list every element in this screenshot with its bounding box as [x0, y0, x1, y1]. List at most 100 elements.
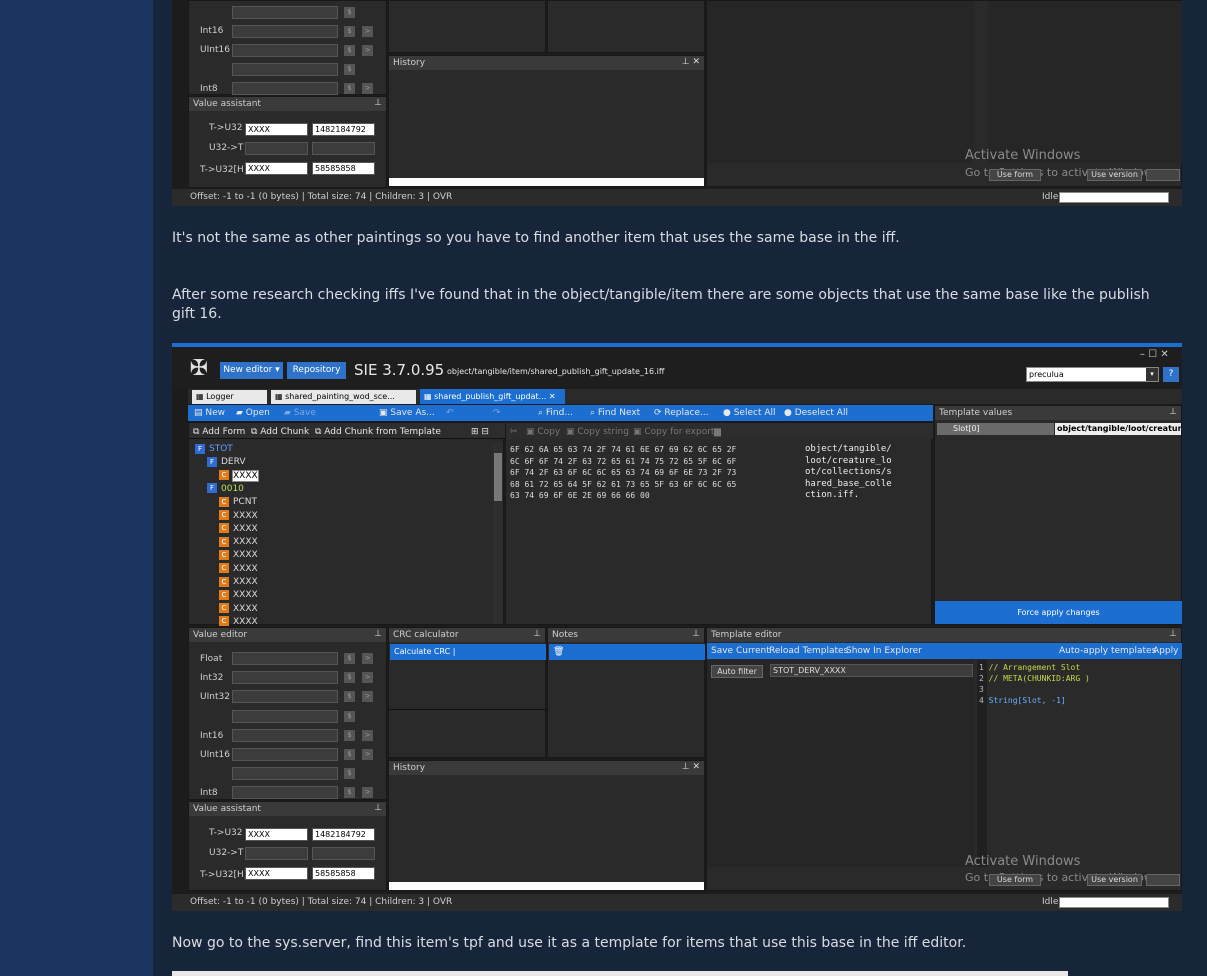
tree-node[interactable]: C PCNT [219, 496, 257, 508]
tree-node[interactable]: C XXXX [219, 536, 258, 548]
value-editor-field[interactable] [232, 652, 338, 665]
close-icon[interactable]: ⊥ ✕ [682, 57, 700, 67]
set-value-button[interactable]: $ [344, 653, 355, 664]
tree-node[interactable]: C XXXX [219, 510, 258, 522]
open-button[interactable]: ▰ Open [236, 408, 270, 418]
find-next-button[interactable]: ⌕ Find Next [590, 408, 640, 418]
slot-value[interactable]: object/tangible/loot/creature_ [1055, 423, 1181, 435]
save-current-button[interactable]: Save Current [711, 646, 770, 656]
tree-node[interactable]: C XXXX [219, 469, 259, 482]
replace-button[interactable]: ⟳ Replace... [654, 408, 709, 418]
tab-painting[interactable]: ▦ shared_painting_wod_sce... [271, 390, 416, 404]
apply-button[interactable]: Apply [1153, 646, 1178, 656]
use-form-button[interactable]: Use form [989, 874, 1041, 886]
value-editor-field[interactable] [232, 690, 338, 704]
add-chunk-button[interactable]: ⧉ Add Chunk [251, 427, 309, 437]
use-version-button[interactable]: Use version [1087, 874, 1142, 886]
auto-apply-toggle[interactable]: Auto-apply templates [1059, 646, 1156, 656]
filter-input[interactable]: STOT_DERV_XXXX [770, 664, 973, 677]
scrollbar[interactable] [493, 443, 503, 624]
new-button[interactable]: ▤ New [194, 408, 225, 418]
copy-export-button[interactable]: ▣ Copy for export [633, 427, 714, 437]
set-value-button[interactable]: $ [344, 787, 355, 799]
search-select[interactable]: preculua ▾ [1026, 367, 1159, 382]
undo-icon[interactable]: ↶ [446, 408, 454, 418]
tree-node[interactable]: C XXXX [219, 523, 258, 535]
tree-node[interactable]: C XXXX [219, 589, 258, 601]
add-form-button[interactable]: ⧉ Add Form [193, 427, 245, 437]
va-input[interactable]: XXXX [245, 867, 308, 880]
value-editor-field[interactable] [232, 767, 338, 781]
tree-node[interactable]: F DERV [207, 456, 246, 468]
use-version-button[interactable]: Use version [1087, 169, 1142, 181]
va-output[interactable]: 58585858 [312, 162, 375, 175]
expand-icon[interactable]: ⊞ ⊟ [471, 427, 489, 437]
copy-string-button[interactable]: ▣ Copy string [566, 427, 629, 437]
va-input[interactable]: XXXX [245, 162, 308, 175]
chevron-down-icon[interactable]: ▾ [1146, 368, 1158, 381]
va-input[interactable]: XXXX [245, 123, 308, 136]
value-editor-field[interactable] [232, 786, 338, 800]
tree-node[interactable]: C XXXX [219, 603, 258, 615]
cut-icon[interactable]: ✂ [510, 427, 518, 437]
close-icon[interactable]: ✕ [549, 392, 556, 401]
value-editor-field[interactable] [232, 728, 338, 742]
set-value-button[interactable]: $ [344, 768, 355, 780]
go-button[interactable]: > [362, 672, 373, 684]
go-button[interactable]: > [362, 729, 373, 741]
set-value-button[interactable]: $ [344, 672, 355, 684]
use-form-button[interactable]: Use form [989, 169, 1041, 181]
copy-button[interactable]: ▣ Copy [526, 427, 560, 437]
value-editor-field[interactable] [232, 671, 338, 685]
show-in-explorer-button[interactable]: Show In Explorer [846, 646, 922, 656]
go-button[interactable]: > [362, 653, 373, 664]
help-button[interactable]: ? [1163, 367, 1179, 382]
pin-icon[interactable]: ⊥ [374, 629, 382, 639]
force-apply-button[interactable]: Force apply changes [935, 601, 1182, 624]
select-all-button[interactable]: ● Select All [723, 408, 776, 418]
repository-button[interactable]: Repository [287, 362, 346, 379]
tab-logger[interactable]: ▦ Logger [192, 390, 267, 404]
set-value-button[interactable]: $ [344, 710, 355, 722]
go-button[interactable]: > [362, 749, 373, 760]
set-value-button[interactable]: $ [344, 749, 355, 760]
value-editor-field[interactable] [232, 748, 338, 761]
tree-node[interactable]: C XXXX [219, 563, 258, 575]
va-input[interactable]: XXXX [245, 828, 308, 841]
pin-icon[interactable]: ⊥ [1169, 629, 1177, 639]
trash-icon[interactable]: 🗑 [549, 644, 705, 660]
ascii-line: ction.iff. [805, 490, 860, 501]
add-chunk-template-button[interactable]: ⧉ Add Chunk from Template [315, 427, 441, 437]
set-value-button[interactable]: $ [344, 729, 355, 741]
tab-publish-gift[interactable]: ▦ shared_publish_gift_updat... ✕ [420, 389, 565, 404]
new-editor-button[interactable]: New editor ▾ [220, 362, 283, 379]
find-button[interactable]: ⌕ Find... [538, 408, 573, 418]
pin-icon[interactable]: ⊥ [692, 629, 700, 639]
close-icon[interactable]: ⊥ ✕ [682, 762, 700, 772]
pin-icon[interactable]: ⊥ [533, 629, 541, 639]
open-label: Open [245, 408, 270, 418]
va-output[interactable]: 1482184792 [312, 123, 375, 136]
auto-filter-button[interactable]: Auto filter [711, 665, 763, 678]
reload-templates-button[interactable]: Reload Templates [769, 646, 848, 656]
tree-node[interactable]: C XXXX [219, 576, 258, 588]
value-editor-field[interactable] [232, 709, 338, 723]
pin-icon[interactable]: ⊥ [1169, 407, 1177, 417]
pin-icon[interactable]: ⊥ [374, 803, 382, 813]
redo-icon[interactable]: ↷ [493, 408, 501, 418]
tree-node[interactable]: F STOT [195, 443, 233, 455]
save-button[interactable]: ▰ Save [284, 408, 316, 418]
go-button[interactable]: > [362, 787, 373, 799]
tree-node[interactable]: F 0010 [207, 483, 244, 495]
pin-icon[interactable]: ⊥ [374, 98, 382, 108]
save-as-button[interactable]: ▣ Save As... [379, 408, 435, 418]
calculate-crc-button[interactable]: Calculate CRC | [390, 644, 546, 660]
set-value-button[interactable]: $ [344, 691, 355, 703]
go-button[interactable]: > [362, 691, 373, 703]
window-controls[interactable]: – ☐ ✕ [1140, 349, 1169, 360]
deselect-all-button[interactable]: ● Deselect All [784, 408, 848, 418]
tree-node[interactable]: C XXXX [219, 549, 258, 561]
delete-icon[interactable]: ▆ [714, 427, 721, 437]
va-output[interactable]: 1482184792 [312, 828, 375, 841]
va-output[interactable]: 58585858 [312, 867, 375, 880]
